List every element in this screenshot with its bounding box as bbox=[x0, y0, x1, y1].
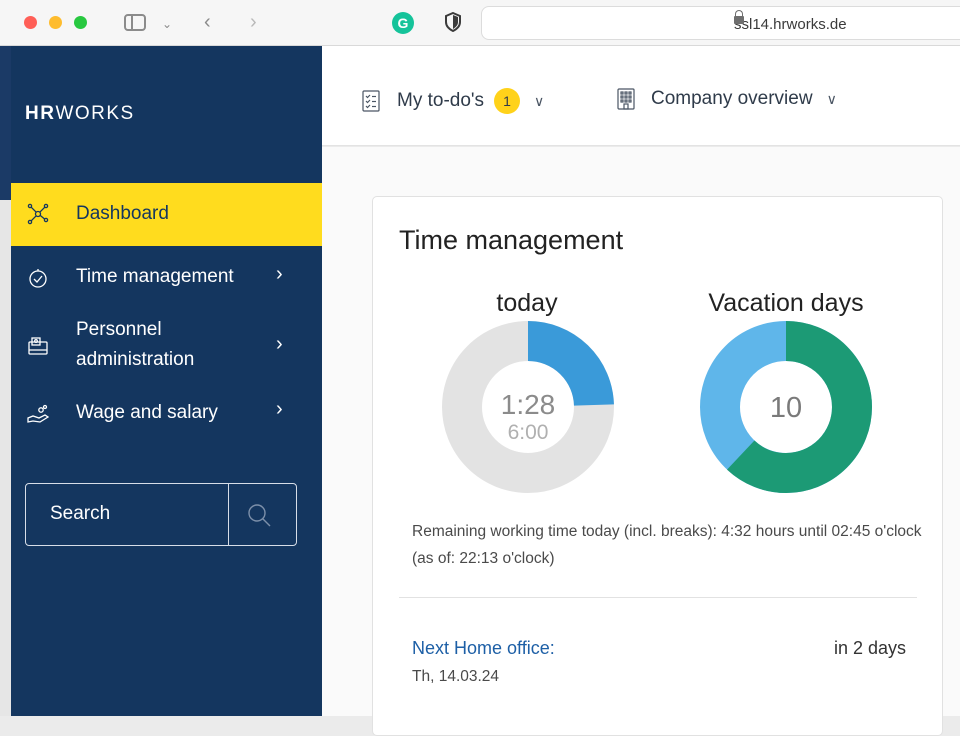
top-header: My to-do's 1 ∨ Company overview ∨ bbox=[322, 46, 960, 146]
vacation-label: Vacation days bbox=[708, 289, 864, 317]
time-management-card: Time management today 1:28 6:00 Vacation… bbox=[372, 196, 943, 736]
sidebar-item-time-management[interactable]: Time management › bbox=[11, 246, 322, 308]
sidebar-toggle-icon[interactable] bbox=[124, 14, 146, 31]
chevron-down-icon[interactable]: ⌄ bbox=[162, 12, 172, 36]
chevron-right-icon: › bbox=[276, 398, 283, 420]
forward-icon[interactable]: › bbox=[250, 10, 257, 34]
grammarly-icon[interactable]: G bbox=[392, 12, 414, 34]
chevron-down-icon: ∨ bbox=[826, 90, 837, 107]
chevron-down-icon: ∨ bbox=[534, 92, 545, 109]
sidebar-item-dashboard[interactable]: Dashboard bbox=[11, 183, 322, 246]
today-worked: 1:28 bbox=[500, 389, 556, 420]
checklist-icon bbox=[362, 90, 380, 112]
back-icon[interactable]: ‹ bbox=[204, 10, 211, 34]
sidebar-item-label: Wage and salary bbox=[76, 402, 218, 423]
network-icon bbox=[27, 203, 49, 225]
card-title: Time management bbox=[399, 225, 624, 255]
address-bar[interactable]: ssl14.hrworks.de bbox=[481, 6, 960, 40]
hrworks-logo[interactable]: HRWORKS bbox=[25, 103, 135, 125]
stopwatch-icon bbox=[29, 269, 47, 288]
building-icon bbox=[617, 88, 635, 110]
sidebar-item-personnel-administration[interactable]: Personnel administration › bbox=[11, 308, 322, 385]
search-label: Search bbox=[50, 503, 111, 524]
minimize-window-button[interactable] bbox=[49, 16, 62, 29]
my-todos-menu[interactable]: My to-do's 1 ∨ bbox=[362, 88, 544, 114]
company-overview-label: Company overview bbox=[651, 88, 813, 109]
id-card-icon bbox=[28, 337, 48, 355]
chevron-right-icon: › bbox=[276, 333, 283, 355]
sidebar-item-label: Dashboard bbox=[76, 203, 169, 224]
remaining-time-text: Remaining working time today (incl. brea… bbox=[412, 523, 922, 567]
search-icon[interactable] bbox=[246, 502, 272, 528]
today-target: 6:00 bbox=[507, 421, 549, 444]
my-todos-label: My to-do's bbox=[397, 90, 485, 111]
zoom-window-button[interactable] bbox=[74, 16, 87, 29]
next-home-office-link[interactable]: Next Home office: bbox=[412, 638, 555, 659]
sidebar: HRWORKS Dashboard Time management › Pers… bbox=[11, 46, 322, 716]
close-window-button[interactable] bbox=[24, 16, 37, 29]
divider bbox=[399, 597, 917, 598]
shield-icon[interactable] bbox=[444, 12, 462, 32]
today-label: today bbox=[496, 289, 558, 317]
sidebar-item-label-line1: Personnel bbox=[76, 319, 162, 340]
vacation-remaining: 10 bbox=[769, 392, 803, 424]
sidebar-item-label: Time management bbox=[76, 266, 234, 287]
todo-count-badge: 1 bbox=[494, 88, 521, 114]
search-field[interactable]: Search bbox=[25, 483, 297, 546]
salary-icon bbox=[27, 404, 49, 423]
next-home-office-date: Th, 14.03.24 bbox=[412, 668, 500, 685]
company-overview-menu[interactable]: Company overview ∨ bbox=[617, 88, 837, 110]
browser-toolbar: ⌄ ‹ › G ssl14.hrworks.de bbox=[0, 0, 960, 46]
search-divider bbox=[228, 484, 229, 545]
next-home-office-in: in 2 days bbox=[833, 638, 906, 658]
sidebar-item-label-line2: administration bbox=[76, 349, 195, 370]
main-content: Time management today 1:28 6:00 Vacation… bbox=[322, 147, 960, 736]
chevron-right-icon: › bbox=[276, 263, 283, 285]
left-edge-light bbox=[0, 200, 11, 716]
sidebar-item-wage-and-salary[interactable]: Wage and salary › bbox=[11, 385, 322, 443]
url-text: ssl14.hrworks.de bbox=[734, 16, 847, 33]
lock-icon bbox=[734, 10, 744, 24]
